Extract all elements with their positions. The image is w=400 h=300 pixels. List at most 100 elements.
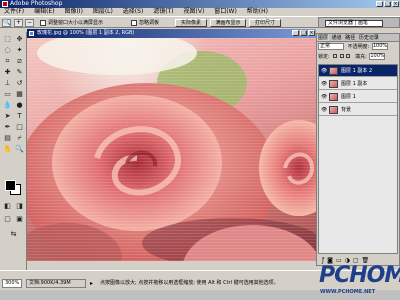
move-icon[interactable]: ✥ <box>14 35 25 44</box>
rose-main <box>52 95 222 231</box>
lasso-icon[interactable]: ◌ <box>2 46 13 55</box>
toolbox: ⬚ ✥ ◌ ✦ ⌗ ⧄ ✚ ✎ ⊥ ↺ ▭ ▦ 💧 ● ➤ T ✒ □ ▤ ⌿ … <box>0 32 27 270</box>
tab-history[interactable]: 历史记录 <box>358 35 380 41</box>
fit-on-screen-button[interactable]: 满画布显示 <box>210 19 246 27</box>
watermark: PCHOME WWW.PCHOME.NET <box>316 262 400 300</box>
layers-palette-tabs: 图层 通道 路径 历史记录 <box>317 34 399 42</box>
watermark-url: WWW.PCHOME.NET <box>320 289 376 295</box>
status-menu-arrow-icon[interactable]: ▸ <box>90 279 98 288</box>
document-window-controls: _ □ × <box>292 30 315 36</box>
magic-wand-icon[interactable]: ✦ <box>14 46 25 55</box>
notes-icon[interactable]: ▤ <box>2 134 13 143</box>
menu-window[interactable]: 窗口(W) <box>214 8 237 15</box>
lock-position-icon[interactable] <box>346 54 351 58</box>
standard-mode-icon[interactable]: ◧ <box>2 202 13 211</box>
path-selection-icon[interactable]: ➤ <box>2 112 13 121</box>
full-screen-icon[interactable]: ▣ <box>14 215 25 224</box>
document-title: 玫瑰花.jpg @ 100% (图层 1 副本 2, RGB) <box>37 30 135 36</box>
zoom-tool-icon[interactable]: 🔍 <box>14 145 25 154</box>
menu-file[interactable]: 文件(F) <box>4 8 24 15</box>
slice-icon[interactable]: ⧄ <box>14 57 25 66</box>
eyedropper-icon[interactable]: ⌿ <box>14 134 25 143</box>
zoom-out-icon[interactable]: − <box>25 19 34 27</box>
eye-icon[interactable]: 👁 <box>321 94 327 100</box>
opacity-label: 不透明度: <box>347 44 370 50</box>
actual-pixels-button[interactable]: 实际像素 <box>175 19 207 27</box>
lock-label: 锁定: <box>318 54 330 60</box>
close-button[interactable]: × <box>392 1 399 7</box>
layer-name: 图层 1 <box>341 94 356 100</box>
palette-well-tab[interactable]: 文件浏览器 | 画笔 <box>325 20 383 27</box>
photoshop-app-icon <box>2 1 8 7</box>
menu-help[interactable]: 帮助(H) <box>247 8 268 15</box>
opacity-input[interactable]: 100% <box>371 43 388 50</box>
layer-name: 图层 1 副本 <box>341 81 368 87</box>
layer-row[interactable]: 👁 背景 <box>319 104 397 116</box>
doc-close-button[interactable]: × <box>308 30 315 36</box>
zoom-in-icon[interactable]: + <box>14 19 23 27</box>
healing-brush-icon[interactable]: ✚ <box>2 68 13 77</box>
app-titlebar: Adobe Photoshop _ □ × <box>0 0 400 8</box>
menu-image[interactable]: 图像(I) <box>64 8 82 15</box>
menu-edit[interactable]: 编辑(E) <box>34 8 54 15</box>
watermark-logo: PCHOME <box>319 263 400 288</box>
magnifier-icon[interactable]: 🔍 <box>2 19 11 27</box>
menu-view[interactable]: 视图(V) <box>184 8 205 15</box>
maximize-button[interactable]: □ <box>384 1 391 7</box>
foreground-color-swatch[interactable] <box>5 180 16 191</box>
tab-paths[interactable]: 路径 <box>344 35 356 41</box>
status-message: 点按图像以放大; 点按并拖移以用选框缩放; 使用 Alt 和 Ctrl 键可选用… <box>100 280 279 286</box>
shape-icon[interactable]: □ <box>14 123 25 132</box>
rose-photo <box>27 38 316 261</box>
dodge-icon[interactable]: ● <box>14 101 25 110</box>
layer-row[interactable]: 👁 图层 1 副本 2 <box>319 65 397 77</box>
layer-row[interactable]: 👁 图层 1 副本 <box>319 78 397 90</box>
pen-icon[interactable]: ✒ <box>2 123 13 132</box>
screen-mode-icon[interactable]: ▢ <box>2 215 13 224</box>
resize-windows-checkbox[interactable] <box>40 20 46 26</box>
eye-icon[interactable]: 👁 <box>321 81 327 87</box>
fill-input[interactable]: 100% <box>369 53 386 60</box>
eye-icon[interactable]: 👁 <box>321 107 327 113</box>
app-title: Adobe Photoshop <box>10 0 63 7</box>
layer-thumbnail <box>329 93 338 101</box>
hand-icon[interactable]: ✋ <box>2 145 13 154</box>
tab-layers[interactable]: 图层 <box>317 35 330 41</box>
zoom-level-field[interactable]: 300% <box>2 279 22 288</box>
eraser-icon[interactable]: ▭ <box>2 90 13 99</box>
doc-minimize-button[interactable]: _ <box>292 30 299 36</box>
eye-icon[interactable]: 👁 <box>321 68 327 74</box>
menu-layer[interactable]: 图层(L) <box>93 8 113 15</box>
menu-bar: 文件(F) 编辑(E) 图像(I) 图层(L) 选择(S) 滤镜(T) 视图(V… <box>0 8 400 16</box>
ignore-palettes-checkbox[interactable] <box>131 20 137 26</box>
blur-icon[interactable]: 💧 <box>2 101 13 110</box>
menu-filter[interactable]: 滤镜(T) <box>153 8 173 15</box>
layer-row[interactable]: 👁 图层 1 <box>319 91 397 103</box>
fill-label: 填充: <box>355 54 367 60</box>
menu-select[interactable]: 选择(S) <box>123 8 144 15</box>
marquee-icon[interactable]: ⬚ <box>2 35 13 44</box>
type-icon[interactable]: T <box>14 112 25 121</box>
document-icon <box>29 31 34 36</box>
lock-transparent-icon[interactable] <box>333 54 338 58</box>
quick-mask-icon[interactable]: ◨ <box>14 202 25 211</box>
doc-maximize-button[interactable]: □ <box>300 30 307 36</box>
layer-name: 图层 1 副本 2 <box>341 68 373 74</box>
document-titlebar: 玫瑰花.jpg @ 100% (图层 1 副本 2, RGB) _ □ × <box>27 29 316 38</box>
history-brush-icon[interactable]: ↺ <box>14 79 25 88</box>
resize-windows-label: 调整窗口大小以满屏显示 <box>48 20 104 26</box>
gradient-icon[interactable]: ▦ <box>14 90 25 99</box>
clone-stamp-icon[interactable]: ⊥ <box>2 79 13 88</box>
jump-to-imageready-icon[interactable]: ⇆ <box>8 230 19 239</box>
layer-thumbnail <box>329 80 338 88</box>
lock-image-icon[interactable] <box>339 54 344 58</box>
minimize-button[interactable]: _ <box>376 1 383 7</box>
blend-opacity-row: 正常 不透明度: 100% <box>318 43 398 52</box>
layers-list: 👁 图层 1 副本 2 👁 图层 1 副本 👁 图层 1 👁 背景 <box>318 64 398 254</box>
document-canvas[interactable] <box>27 38 316 261</box>
tab-channels[interactable]: 通道 <box>331 35 343 41</box>
crop-icon[interactable]: ⌗ <box>2 57 13 66</box>
blend-mode-select[interactable]: 正常 <box>318 43 344 50</box>
brush-icon[interactable]: ✎ <box>14 68 25 77</box>
print-size-button[interactable]: 打印尺寸 <box>249 19 281 27</box>
